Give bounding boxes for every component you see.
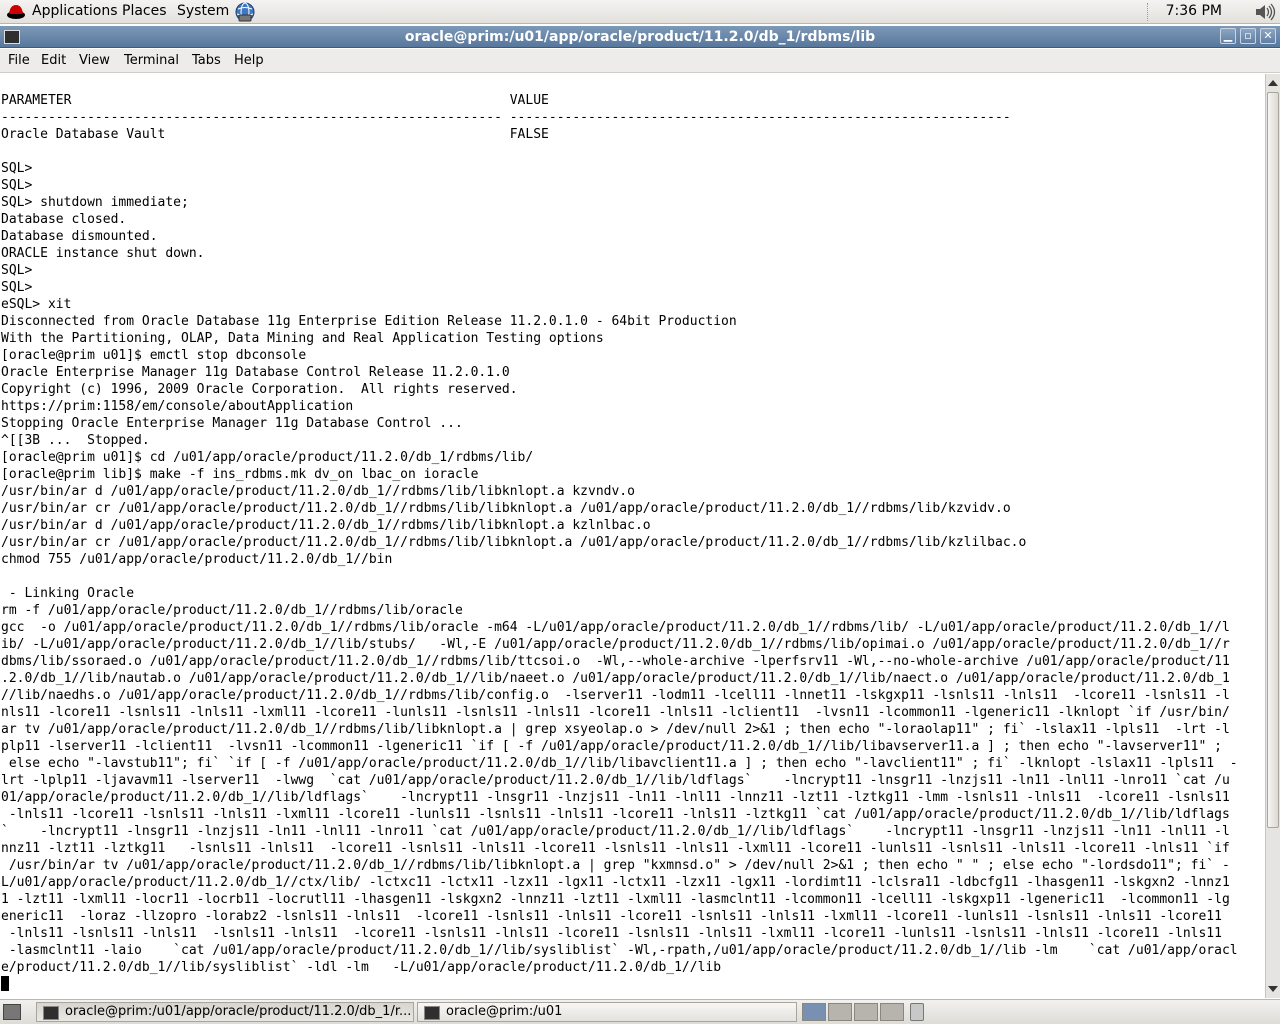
minimize-button[interactable]: ▁	[1220, 28, 1236, 44]
taskbar-task-2[interactable]: oracle@prim:/u01	[417, 1002, 797, 1022]
taskbar-task-label: oracle@prim:/u01/app/oracle/product/11.2…	[65, 1004, 412, 1019]
terminal-task-icon	[43, 1006, 59, 1020]
terminal-line: Oracle Enterprise Manager 11g Database C…	[1, 365, 510, 380]
terminal-line: SQL> shutdown immediate;	[1, 195, 189, 210]
close-button[interactable]: ✕	[1260, 28, 1276, 44]
menu-view[interactable]: View	[79, 53, 110, 68]
window-title: oracle@prim:/u01/app/oracle/product/11.2…	[404, 29, 876, 45]
terminal-text: PARAMETER VALUE ------------------------…	[1, 92, 1238, 976]
terminal-line: /usr/bin/ar d /u01/app/oracle/product/11…	[1, 518, 651, 533]
workspace-4[interactable]	[880, 1003, 904, 1021]
terminal-line: /usr/bin/ar cr /u01/app/oracle/product/1…	[1, 501, 1011, 516]
terminal-line: ORACLE instance shut down.	[1, 246, 205, 261]
terminal-line: SQL>	[1, 178, 33, 193]
terminal-line: -lnls11 -lcore11 -lsnls11 -lnls11 -lxml1…	[1, 807, 1230, 822]
terminal-line: SQL>	[1, 280, 33, 295]
terminal-line: [oracle@prim lib]$ make -f ins_rdbms.mk …	[1, 467, 479, 482]
show-desktop-icon[interactable]	[3, 1004, 21, 1020]
terminal-line: SQL>	[1, 161, 33, 176]
scroll-down-arrow-icon[interactable]	[1268, 986, 1278, 992]
terminal-line: chmod 755 /u01/app/oracle/product/11.2.0…	[1, 552, 393, 567]
terminal-line: eSQL> xit	[1, 297, 72, 312]
terminal-line: With the Partitioning, OLAP, Data Mining…	[1, 331, 604, 346]
terminal-line: Database dismounted.	[1, 229, 158, 244]
terminal-line: Oracle Database Vault FALSE	[1, 127, 549, 142]
terminal-line: Stopping Oracle Enterprise Manager 11g D…	[1, 416, 463, 431]
terminal-line: nls11 -lcore11 -lsnls11 -lnls11 -lxml11 …	[1, 705, 1230, 720]
terminal-line: -lnls11 -lsnls11 -lnls11 -lsnls11 -lnls1…	[1, 926, 1222, 941]
terminal-line: 1 -lzt11 -lxml11 -locr11 -locrb11 -locru…	[1, 892, 1230, 907]
terminal-line: Copyright (c) 1996, 2009 Oracle Corporat…	[1, 382, 518, 397]
scrollbar-thumb[interactable]	[1267, 92, 1279, 828]
terminal-line: ar tv /u01/app/oracle/product/11.2.0/db_…	[1, 722, 1230, 737]
terminal-line: 01/app/oracle/product/11.2.0/db_1//lib/l…	[1, 790, 1230, 805]
terminal-line: dbms/lib/ssoraed.o /u01/app/oracle/produ…	[1, 654, 1230, 669]
terminal-line: [oracle@prim u01]$ cd /u01/app/oracle/pr…	[1, 450, 534, 465]
terminal-line: .2.0/db_1//lib/nautab.o /u01/app/oracle/…	[1, 671, 1230, 686]
terminal-line: /usr/bin/ar d /u01/app/oracle/product/11…	[1, 484, 635, 499]
terminal-line: SQL>	[1, 263, 33, 278]
terminal-line: eneric11 -loraz -llzopro -lorabz2 -lsnls…	[1, 909, 1222, 924]
terminal-line: ^[[3B ... Stopped.	[1, 433, 150, 448]
terminal-cursor	[1, 976, 9, 991]
terminal-task-icon	[424, 1006, 440, 1020]
network-globe-icon[interactable]	[234, 1, 256, 23]
terminal-line: e/product/11.2.0/db_1//lib/sysliblist` -…	[1, 960, 722, 975]
workspace-1[interactable]	[802, 1003, 826, 1021]
terminal-scrollbar[interactable]	[1265, 74, 1280, 998]
maximize-button[interactable]: ▫	[1240, 28, 1256, 44]
top-panel: Applications Places System 7:36 PM	[0, 0, 1280, 24]
menu-terminal[interactable]: Terminal	[124, 53, 179, 68]
terminal-line: nnz11 -lzt11 -lztkg11 -lsnls11 -lnls11 -…	[1, 841, 1230, 856]
terminal-line: - Linking Oracle	[1, 586, 135, 601]
window-titlebar[interactable]: oracle@prim:/u01/app/oracle/product/11.2…	[0, 26, 1280, 48]
terminal-line: ib/ -L/u01/app/oracle/product/11.2.0/db_…	[1, 637, 1230, 652]
terminal-line: ----------------------------------------…	[1, 110, 1011, 125]
volume-icon[interactable]	[1254, 2, 1276, 22]
clock[interactable]: 7:36 PM	[1166, 3, 1222, 19]
terminal-line: /usr/bin/ar cr /u01/app/oracle/product/1…	[1, 535, 1027, 550]
applications-menu[interactable]: Applications	[32, 3, 118, 19]
terminal-line: Database closed.	[1, 212, 127, 227]
menu-help[interactable]: Help	[234, 53, 264, 68]
menu-edit[interactable]: Edit	[41, 53, 66, 68]
terminal-line: L/u01/app/oracle/product/11.2.0/db_1//ct…	[1, 875, 1230, 890]
panel-separator	[1147, 3, 1150, 21]
system-menu[interactable]: System	[177, 3, 229, 19]
terminal-line: https://prim:1158/em/console/aboutApplic…	[1, 399, 354, 414]
scroll-up-arrow-icon[interactable]	[1268, 80, 1278, 86]
taskbar-task-1[interactable]: oracle@prim:/u01/app/oracle/product/11.2…	[36, 1002, 414, 1022]
trash-icon[interactable]	[910, 1003, 924, 1021]
bottom-panel: oracle@prim:/u01/app/oracle/product/11.2…	[0, 999, 1280, 1024]
places-menu[interactable]: Places	[122, 3, 167, 19]
terminal-output-area[interactable]: PARAMETER VALUE ------------------------…	[0, 74, 1264, 998]
terminal-line: else echo "-lavstub11"; fi` `if [ -f /u0…	[1, 756, 1238, 771]
terminal-line: /usr/bin/ar tv /u01/app/oracle/product/1…	[1, 858, 1230, 873]
terminal-line: rm -f /u01/app/oracle/product/11.2.0/db_…	[1, 603, 463, 618]
terminal-line: PARAMETER VALUE	[1, 93, 549, 108]
terminal-line: lrt -lplp11 -ljavavm11 -lserver11 -lwwg …	[1, 773, 1230, 788]
menu-tabs[interactable]: Tabs	[192, 53, 221, 68]
workspace-2[interactable]	[828, 1003, 852, 1021]
redhat-logo-icon[interactable]	[6, 3, 26, 20]
taskbar-task-label: oracle@prim:/u01	[446, 1004, 563, 1019]
menu-file[interactable]: File	[8, 53, 30, 68]
menubar: File Edit View Terminal Tabs Help	[0, 49, 1280, 73]
terminal-line: -lasmclnt11 -laio `cat /u01/app/oracle/p…	[1, 943, 1238, 958]
terminal-line: //lib/naedhs.o /u01/app/oracle/product/1…	[1, 688, 1230, 703]
terminal-line: [oracle@prim u01]$ emctl stop dbconsole	[1, 348, 307, 363]
terminal-line: plp11 -lserver11 -lclient11 -lvsn11 -lco…	[1, 739, 1222, 754]
workspace-3[interactable]	[854, 1003, 878, 1021]
terminal-line: ` -lncrypt11 -lnsgr11 -lnzjs11 -ln11 -ln…	[1, 824, 1230, 839]
terminal-line: Disconnected from Oracle Database 11g En…	[1, 314, 737, 329]
terminal-line: gcc -o /u01/app/oracle/product/11.2.0/db…	[1, 620, 1230, 635]
